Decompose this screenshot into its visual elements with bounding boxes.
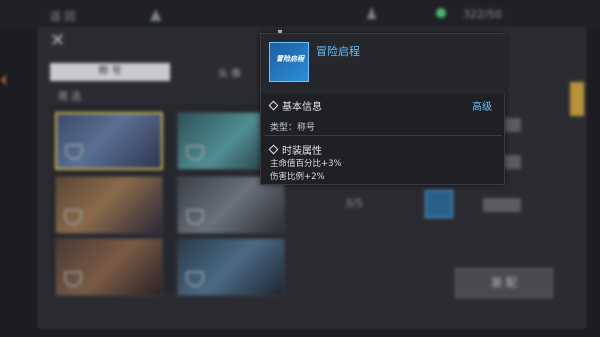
back-label[interactable]: 返 回 [50,8,76,24]
basic-info-label: 基本信息 [282,102,322,113]
divider [265,135,502,136]
diamond-icon [268,100,279,111]
badge-icon [425,190,453,218]
tab-title-label: 称 号 [98,66,122,77]
side-tab[interactable] [570,82,584,116]
tooltip-header: 冒险启程 冒险启程 [261,34,506,94]
title-card[interactable] [55,238,163,296]
side-value: 3/5 [345,197,363,210]
shield-icon [65,144,83,160]
costume-attr-label: 时装属性 [282,146,322,157]
rarity-label: 高级 [472,102,492,113]
resource-value: 322/50 [463,8,502,21]
tab-title[interactable]: 称 号 [50,63,170,81]
costume-attr-header: 时装属性 [268,142,322,157]
basic-info-header: 基本信息 [268,98,322,113]
top-bar: 返 回 ▲ ♟ 322/50 [0,0,600,30]
shield-icon [64,209,82,225]
character-icon[interactable]: ♟ [365,5,378,23]
menu-icon[interactable]: ▲ [150,5,162,23]
filter-dropdown[interactable]: 筛 选 [58,88,81,103]
item-tooltip: 冒险启程 冒险启程 基本信息 高级 类型：称号 时装属性 主命值百分比+3% 伤… [260,33,506,185]
close-icon[interactable]: ✕ [50,32,65,50]
equip-button-label: 装 配 [491,276,517,289]
tooltip-title: 冒险启程 [316,45,360,58]
equip-button[interactable]: 装 配 [455,268,553,298]
diamond-icon [268,144,279,155]
resource-icon [436,8,446,18]
tab-avatar[interactable]: 头 像 [218,65,241,80]
left-arrow-icon[interactable]: ‹ [0,68,14,90]
shield-icon [186,209,204,225]
tag-pill [483,198,521,212]
title-card[interactable] [177,238,285,296]
shield-icon [186,271,204,287]
shield-icon [64,271,82,287]
type-line: 类型：称号 [270,123,316,133]
shield-icon [186,145,204,161]
title-badge-text: 冒险启程 [276,55,304,63]
title-card[interactable] [55,176,163,234]
attribute-line: 伤害比例+2% [270,172,325,182]
attribute-line: 主命值百分比+3% [270,159,342,169]
title-card[interactable] [55,112,163,170]
title-badge-icon: 冒险启程 [269,42,309,82]
